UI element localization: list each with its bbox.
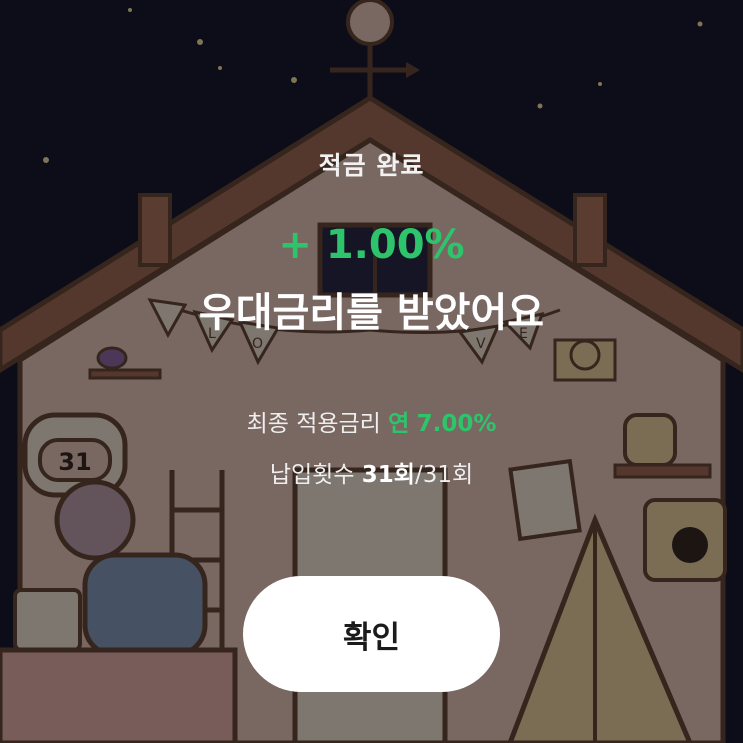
final-rate-label: 최종 적용금리 — [246, 411, 381, 437]
bonus-message: 우대금리를 받았어요 — [198, 290, 545, 336]
payment-count-row: 납입횟수 31회/31회 — [0, 455, 743, 489]
payment-count: 31회 — [361, 462, 415, 488]
page-title: 적금 완료 — [318, 151, 425, 180]
bonus-rate: + 1.00% — [278, 222, 465, 268]
completion-dialog: 적금 완료 + 1.00% 우대금리를 받았어요 최종 적용금리 연 7.00%… — [0, 0, 743, 743]
payment-total: /31회 — [414, 462, 474, 488]
final-rate-row: 최종 적용금리 연 7.00% — [0, 404, 743, 438]
confirm-button[interactable]: 확인 — [243, 576, 500, 692]
final-rate-prefix: 연 — [388, 411, 410, 437]
payment-label: 납입횟수 — [269, 462, 355, 488]
savings-complete-screen: L O V E 31 — [0, 0, 743, 743]
final-rate-value: 7.00% — [416, 411, 497, 437]
